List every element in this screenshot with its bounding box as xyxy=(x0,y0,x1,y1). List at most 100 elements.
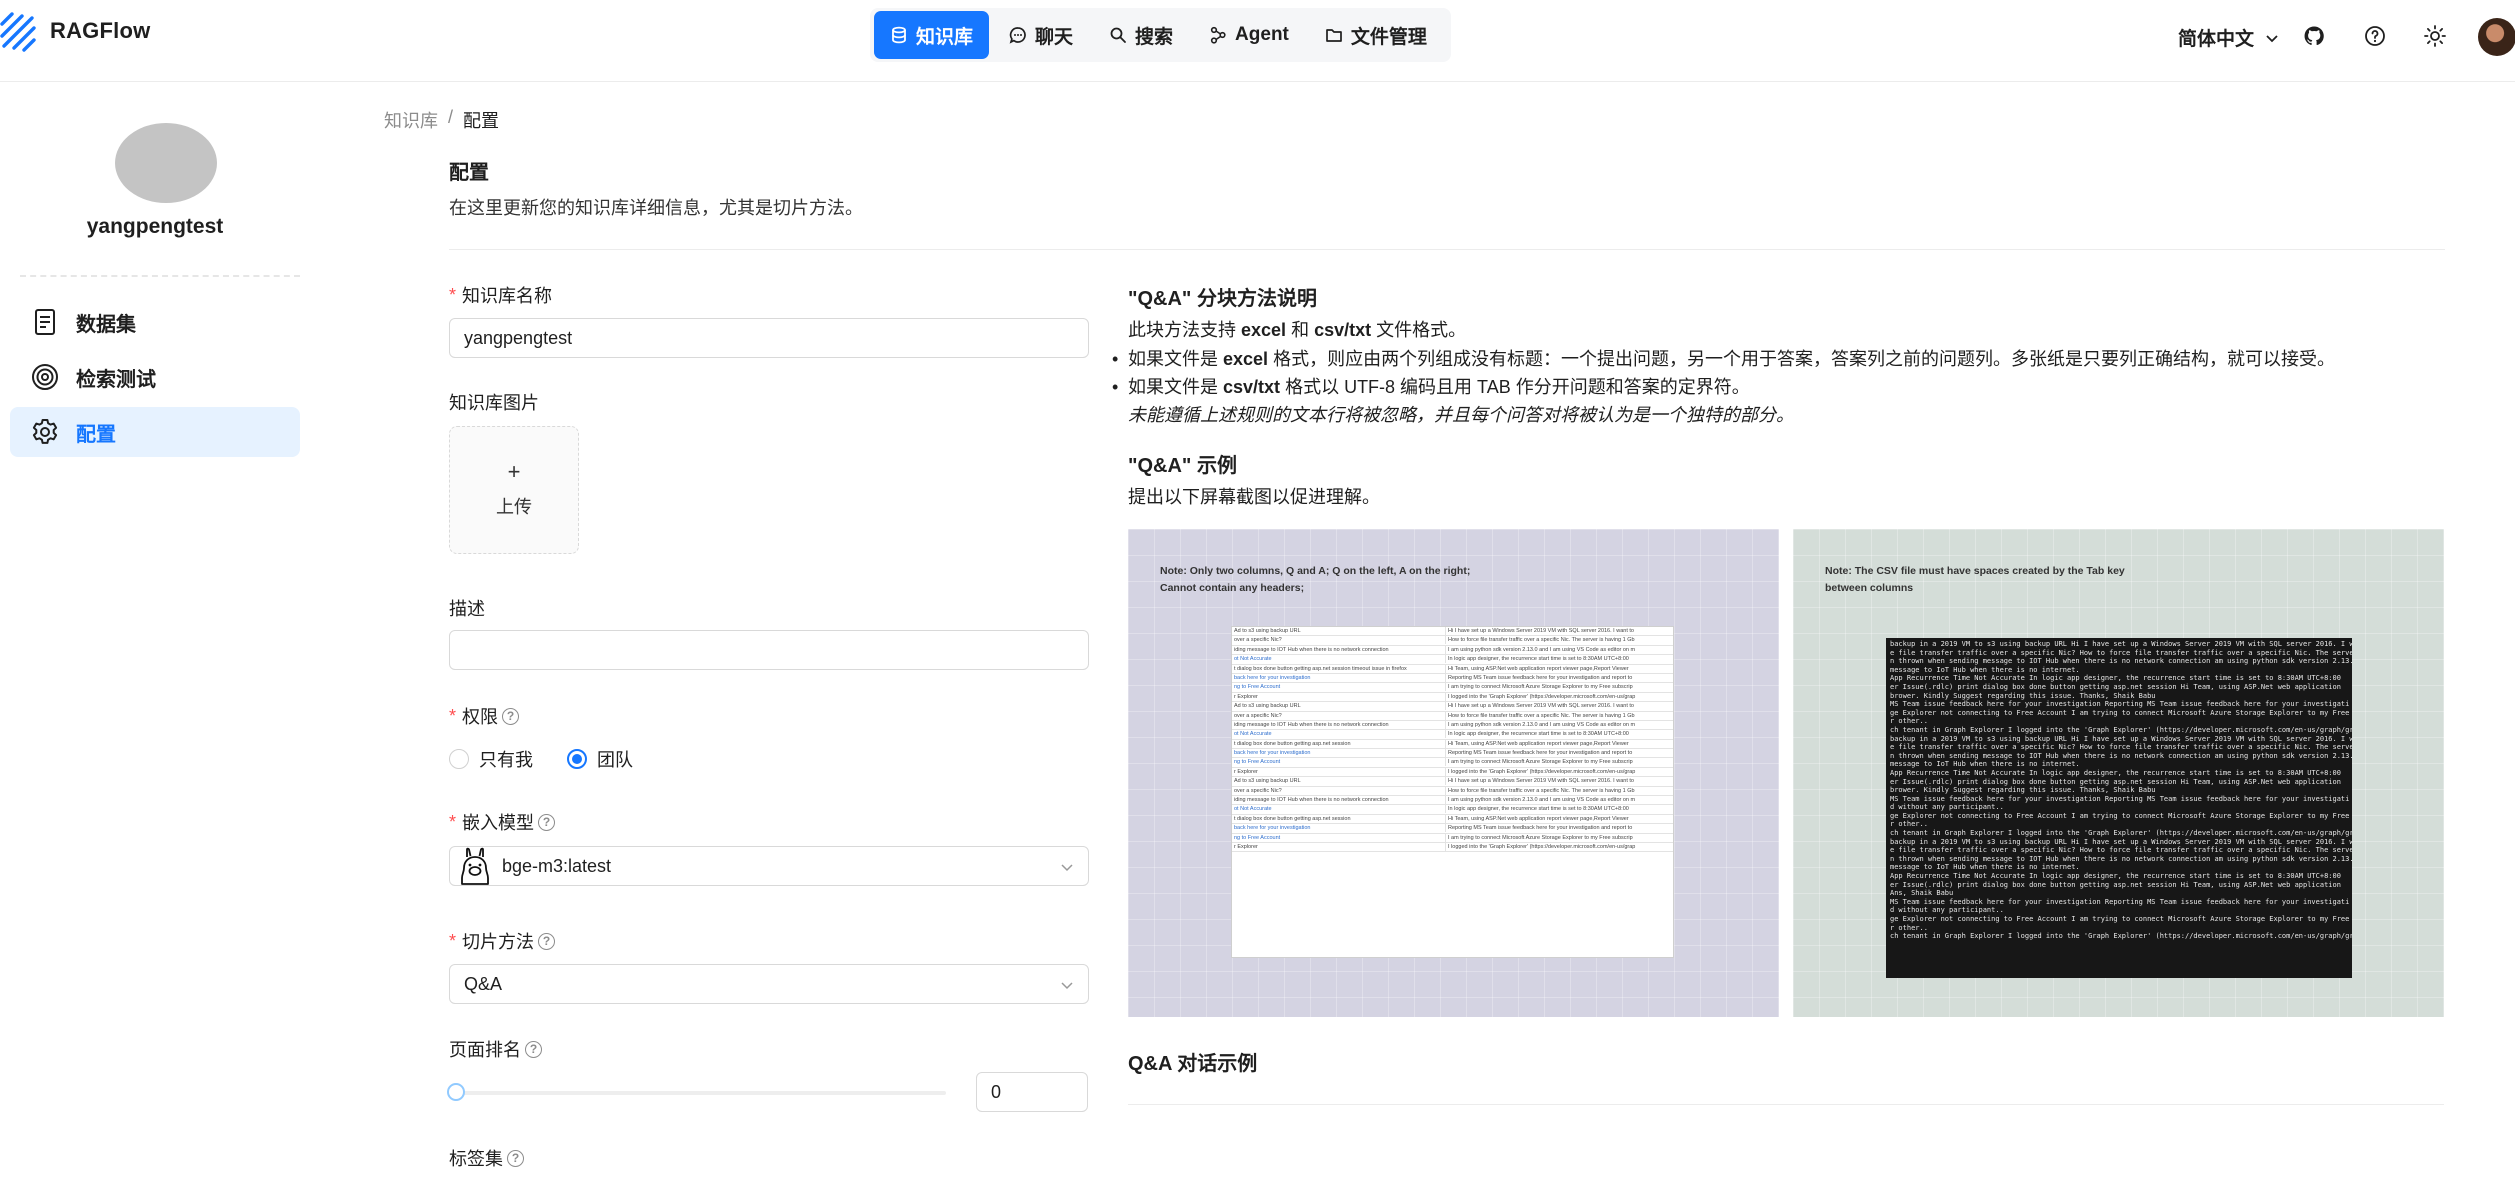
kb-name-input[interactable]: yangpengtest xyxy=(449,318,1089,358)
sheet-row: t dialog box done button getting asp.net… xyxy=(1232,814,1673,825)
terminal-line: App Recurrence Time Not Accurate In logi… xyxy=(1890,768,2341,777)
breadcrumb-separator: / xyxy=(448,107,454,127)
database-icon xyxy=(892,26,906,44)
permission-option-team[interactable]: 团队 xyxy=(567,746,633,772)
sheet-row: back here for your investigation Reportin… xyxy=(1232,749,1673,759)
permission-option-me[interactable]: 只有我 xyxy=(449,746,533,772)
sheet-row: ng to Free Account I am trying to connect… xyxy=(1232,683,1673,693)
sheet-row: iding message to IOT Hub when there is n… xyxy=(1232,796,1673,806)
settings-icon xyxy=(32,419,58,444)
sheet-row: Ad to s3 using backup URL Hi I have set u… xyxy=(1232,777,1673,787)
page-rank-label: 页面排名 ? xyxy=(449,1036,542,1062)
chunk-method-value: Q&A xyxy=(464,973,503,994)
terminal-line: er Issue(.rdlc) print dialog box done bu… xyxy=(1890,682,2341,691)
terminal-line: brower. Kindly Suggest regarding this is… xyxy=(1890,691,2156,700)
nav-knowledge-base[interactable]: 知识库 xyxy=(874,11,990,59)
description-input[interactable] xyxy=(449,630,1089,670)
bullet-marker: • xyxy=(1112,349,1119,369)
terminal-line: e file transfer traffic over a specific … xyxy=(1890,743,2352,752)
github-icon[interactable] xyxy=(2302,24,2326,48)
terminal-line: App Recurrence Time Not Accurate In logi… xyxy=(1890,674,2341,683)
nav-label: Agent xyxy=(1235,24,1289,45)
permission-label-text: 权限 xyxy=(462,707,499,727)
sheet-row: back here for your investigation Reportin… xyxy=(1232,673,1673,684)
chunk-method-label-text: 切片方法 xyxy=(462,932,535,952)
nav-file-management[interactable]: 文件管理 xyxy=(1309,11,1443,59)
language-label: 简体中文 xyxy=(2178,29,2255,50)
sidebar: yangpengtest 数据集 检索测试 配置 xyxy=(0,83,310,1178)
knowledge-base-avatar xyxy=(115,123,217,203)
sheet-row: ot Not Accurate In logic app designer, th… xyxy=(1232,730,1673,740)
guide-bullet-excel: • 如果文件是 excel 格式，则应由两个列组成没有标题：一个提出问题，另一个用… xyxy=(1112,345,2335,371)
chunk-method-select[interactable]: Q&A xyxy=(449,964,1089,1004)
terminal-line: n thrown when sending message to IOT Hub… xyxy=(1890,751,2352,760)
page-title: 配置 xyxy=(449,162,489,184)
embedding-model-label: * 嵌入模型 ? xyxy=(449,809,556,835)
embedding-model-select[interactable]: bge-m3:latest xyxy=(449,846,1089,886)
terminal-line: backup in a 2019 VM to s3 using backup U… xyxy=(1890,734,2352,743)
kb-name-label: * 知识库名称 xyxy=(449,282,552,308)
sidebar-item-dataset[interactable]: 数据集 xyxy=(10,297,300,347)
excel-example-note: Note: Only two columns, Q and A; Q on th… xyxy=(1160,563,1540,597)
page-rank-slider-handle[interactable] xyxy=(447,1083,465,1101)
csv-example-image: Note: The CSV file must have spaces crea… xyxy=(1793,529,2444,1017)
sidebar-divider xyxy=(20,275,300,277)
sidebar-item-retrieval-test[interactable]: 检索测试 xyxy=(10,352,300,402)
theme-toggle-icon[interactable] xyxy=(2423,24,2447,48)
terminal-line: App Recurrence Time Not Accurate In logi… xyxy=(1890,872,2341,881)
note-line: between columns xyxy=(1825,582,1914,594)
note-line: Note: Only two columns, Q and A; Q on th… xyxy=(1160,565,1471,577)
question-icon[interactable]: ? xyxy=(538,932,556,950)
terminal-line: e file transfer traffic over a specific … xyxy=(1890,648,2352,657)
embedding-model-value: bge-m3:latest xyxy=(502,855,612,876)
description-label: 描述 xyxy=(449,599,485,619)
sheet-row: back here for your investigation Reportin… xyxy=(1232,824,1673,834)
format-csv: csv/txt xyxy=(1314,320,1372,340)
example-title: "Q&A" 示例 xyxy=(1128,455,1237,477)
breadcrumb: 知识库 / 配置 xyxy=(384,107,499,133)
question-icon[interactable]: ? xyxy=(502,707,520,725)
header-divider xyxy=(449,249,2445,250)
language-selector[interactable]: 简体中文 xyxy=(2178,24,2280,51)
sheet-row: over a specific Nic? How to force file tr… xyxy=(1232,786,1673,797)
sheet-row: ng to Free Account I am trying to connect… xyxy=(1232,758,1673,768)
required-marker: * xyxy=(449,705,457,726)
question-icon[interactable]: ? xyxy=(538,813,556,831)
page-rank-slider-track[interactable] xyxy=(456,1091,946,1095)
app-name: RAGFlow xyxy=(50,18,151,43)
question-icon[interactable]: ? xyxy=(525,1040,542,1058)
nav-agent[interactable]: Agent xyxy=(1193,11,1305,59)
note-line: Note: The CSV file must have spaces crea… xyxy=(1825,565,2125,577)
format-excel: excel xyxy=(1223,349,1269,369)
terminal-line: d without any participant.. xyxy=(1890,803,2004,812)
ragflow-logo-icon[interactable] xyxy=(0,8,40,52)
nav-search[interactable]: 搜索 xyxy=(1093,11,1189,59)
breadcrumb-root[interactable]: 知识库 xyxy=(384,107,438,133)
sidebar-item-settings[interactable]: 配置 xyxy=(10,407,300,457)
terminal-line: ch tenant in Graph Explorer I logged int… xyxy=(1890,932,2352,941)
note-line: Cannot contain any headers; xyxy=(1160,582,1305,594)
nav-chat[interactable]: 聊天 xyxy=(993,11,1089,59)
help-icon[interactable] xyxy=(2363,24,2387,48)
page-rank-input[interactable]: 0 xyxy=(976,1072,1088,1112)
image-upload-button[interactable]: + 上传 xyxy=(449,426,579,554)
sheet-row: over a specific Nic? How to force file tr… xyxy=(1232,636,1673,646)
user-avatar[interactable] xyxy=(2478,18,2515,56)
terminal-line: er Issue(.rdlc) print dialog box done bu… xyxy=(1890,880,2341,889)
page-description: 在这里更新您的知识库详细信息，尤其是切片方法。 xyxy=(449,198,863,218)
required-marker: * xyxy=(449,811,457,832)
sheet-row: r Explorer I logged into the 'Graph Explo… xyxy=(1232,767,1673,778)
chevron-down-icon xyxy=(1061,982,1073,990)
method-title: "Q&A" 分块方法说明 xyxy=(1128,288,1317,310)
terminal-line: er Issue(.rdlc) print dialog box done bu… xyxy=(1890,777,2341,786)
dialog-example-title: Q&A 对话示例 xyxy=(1128,1053,1258,1075)
question-icon[interactable]: ? xyxy=(507,1149,524,1167)
csv-example-note: Note: The CSV file must have spaces crea… xyxy=(1825,563,2205,597)
sheet-row: ot Not Accurate In logic app designer, th… xyxy=(1232,655,1673,665)
bullet-text-post: 格式以 UTF-8 编码且用 TAB 作分开问题和答案的定界符。 xyxy=(1280,377,1750,397)
radio-label: 只有我 xyxy=(479,750,533,770)
plus-icon: + xyxy=(507,459,521,484)
support-text: 此块方法支持 excel 和 csv/txt 文件格式。 xyxy=(1128,316,1466,342)
ollama-icon xyxy=(461,847,489,885)
terminal-line: ge Explorer not connecting to Free Accou… xyxy=(1890,708,2350,717)
